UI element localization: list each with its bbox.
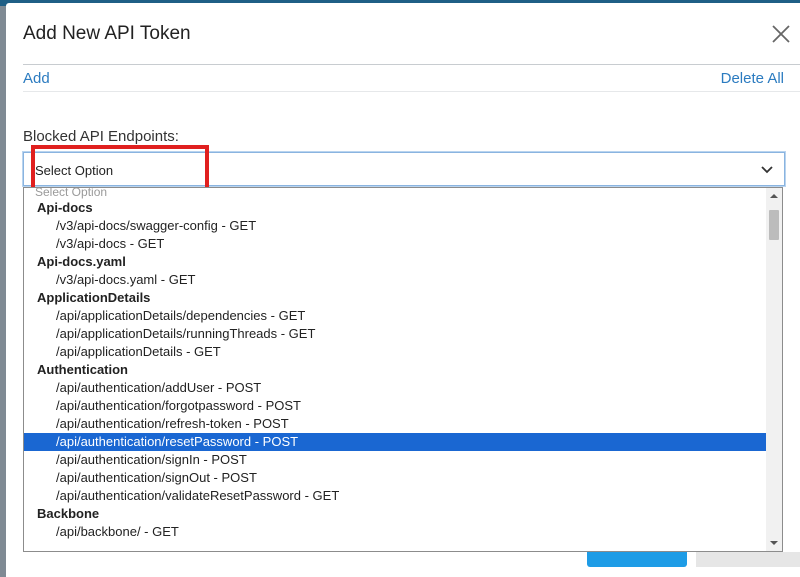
dropdown-scrollbar[interactable] [766, 188, 782, 551]
dropdown-option[interactable]: /api/authentication/forgotpassword - POS… [24, 397, 766, 415]
toolbar-divider [23, 91, 800, 92]
dropdown-option[interactable]: /api/applicationDetails - GET [24, 343, 766, 361]
dropdown-group-label: Authentication [37, 362, 128, 377]
dropdown-option[interactable]: /api/backbone/ - GET [24, 523, 766, 541]
close-button[interactable] [768, 21, 794, 47]
scrollbar-thumb[interactable] [769, 210, 779, 240]
dropdown-option[interactable]: /api/authentication/validateResetPasswor… [24, 487, 766, 505]
dropdown-option[interactable]: /v3/api-docs - GET [24, 235, 766, 253]
dropdown-option[interactable]: /api/authentication/refresh-token - POST [24, 415, 766, 433]
add-link[interactable]: Add [23, 70, 50, 87]
dropdown-options: Select Option Api-docs/v3/api-docs/swagge… [24, 188, 766, 541]
blocked-endpoints-label: Blocked API Endpoints: [23, 128, 179, 145]
blocked-endpoints-select[interactable]: Select Option [23, 152, 785, 186]
close-icon [772, 25, 790, 43]
scroll-down-arrow-icon[interactable] [766, 535, 782, 551]
dropdown-option[interactable]: /api/authentication/addUser - POST [24, 379, 766, 397]
header-divider [23, 64, 800, 65]
dropdown-option[interactable]: /api/applicationDetails/runningThreads -… [24, 325, 766, 343]
cancel-button[interactable] [696, 552, 800, 567]
scroll-up-arrow-icon[interactable] [766, 188, 782, 204]
dropdown-option[interactable]: /api/authentication/signIn - POST [24, 451, 766, 469]
chevron-down-icon [761, 166, 773, 174]
dropdown-group-label: Api-docs.yaml [37, 254, 126, 269]
add-api-token-modal: Add New API Token Add Delete All Blocked… [6, 3, 800, 577]
dropdown-option[interactable]: /v3/api-docs/swagger-config - GET [24, 217, 766, 235]
dropdown-option-highlighted[interactable]: /api/authentication/resetPassword - POST [24, 433, 766, 451]
select-value: Select Option [35, 163, 114, 178]
dropdown-option[interactable]: /v3/api-docs.yaml - GET [24, 271, 766, 289]
dropdown-placeholder-option[interactable]: Select Option [24, 188, 766, 199]
endpoints-dropdown-list[interactable]: Select Option Api-docs/v3/api-docs/swagge… [23, 187, 783, 552]
dropdown-option[interactable]: /api/authentication/signOut - POST [24, 469, 766, 487]
dropdown-group-label: ApplicationDetails [37, 290, 151, 305]
dropdown-group-label: Api-docs [37, 200, 93, 215]
save-button[interactable] [587, 552, 687, 567]
modal-title: Add New API Token [23, 23, 191, 44]
dropdown-group-label: Backbone [37, 506, 100, 521]
delete-all-link[interactable]: Delete All [721, 70, 784, 87]
dropdown-option[interactable]: /api/applicationDetails/dependencies - G… [24, 307, 766, 325]
